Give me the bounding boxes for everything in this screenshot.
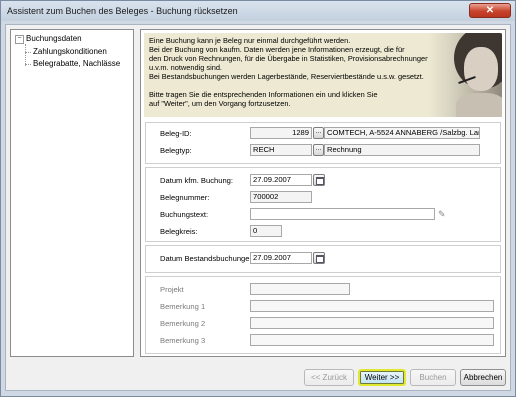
info-text-line: Bitte tragen Sie die entsprechenden Info… (149, 90, 378, 99)
client-area: − Buchungsdaten Zahlungskonditionen Bele… (5, 24, 511, 391)
close-button[interactable]: ✕ (469, 3, 511, 18)
datum-buchung-input[interactable]: 27.09.2007 (250, 174, 312, 186)
bestand-group: Datum Bestandsbuchungen 27.09.2007 (145, 245, 501, 273)
datum-buchung-label: Datum kfm. Buchung: (160, 176, 234, 185)
cancel-button[interactable]: Abbrechen (460, 369, 506, 386)
tree-item-zahlungskonditionen[interactable]: Zahlungskonditionen (33, 47, 107, 56)
beleg-id-browse-button[interactable]: ... (313, 127, 324, 139)
tree-item-buchungsdaten[interactable]: Buchungsdaten (26, 34, 82, 43)
info-text-line: u.v.m. notwendig sind. (149, 63, 222, 72)
belegnummer-label: Belegnummer: (160, 193, 210, 202)
bemerkung2-label: Bemerkung 2 (160, 319, 206, 328)
form-panel: Eine Buchung kann je Beleg nur einmal du… (140, 29, 506, 357)
tree-collapse-icon[interactable]: − (15, 35, 24, 44)
info-text-line: auf "Weiter", um den Vorgang fortzusetze… (149, 99, 291, 108)
window-title: Assistent zum Buchen des Beleges - Buchu… (7, 6, 238, 16)
bemerkung2-input[interactable] (250, 317, 494, 329)
image-part (464, 47, 498, 91)
datum-bestand-label: Datum Bestandsbuchungen (160, 254, 254, 263)
bemerkung1-label: Bemerkung 1 (160, 302, 206, 311)
book-button[interactable]: Buchen (410, 369, 456, 386)
tree-connector (25, 44, 26, 66)
bemerkung1-input[interactable] (250, 300, 494, 312)
buchungstext-label: Buchungstext: (160, 210, 209, 219)
beleg-id-field[interactable]: 1289 (250, 127, 312, 139)
buchung-group: Datum kfm. Buchung: 27.09.2007 Belegnumm… (145, 167, 501, 242)
belegkreis-label: Belegkreis: (160, 227, 198, 236)
beleg-id-label: Beleg-ID: (160, 129, 192, 138)
projekt-label: Projekt (160, 285, 184, 294)
remarks-group: Projekt Bemerkung 1 Bemerkung 2 Bemerkun… (145, 276, 501, 354)
tree-connector (25, 64, 31, 65)
info-box: Eine Buchung kann je Beleg nur einmal du… (144, 33, 502, 117)
navigation-tree: − Buchungsdaten Zahlungskonditionen Bele… (10, 29, 134, 357)
info-text-line: Bei der Buchung von kaufm. Daten werden … (149, 45, 405, 54)
edit-text-icon[interactable]: ✎ (438, 209, 448, 219)
datum-bestand-input[interactable]: 27.09.2007 (250, 252, 312, 264)
tree-connector (25, 52, 31, 53)
belegtyp-label: Belegtyp: (160, 146, 192, 155)
next-button[interactable]: Weiter >> (358, 369, 406, 386)
bemerkung3-label: Bemerkung 3 (160, 336, 206, 345)
buchungstext-input[interactable] (250, 208, 435, 220)
projekt-input[interactable] (250, 283, 350, 295)
back-button[interactable]: << Zurück (304, 369, 354, 386)
wizard-window: Assistent zum Buchen des Beleges - Buchu… (0, 0, 516, 397)
image-part (456, 93, 502, 117)
info-text-line: Eine Buchung kann je Beleg nur einmal du… (149, 36, 351, 45)
info-text-line: Bei Bestandsbuchungen werden Lagerbestän… (149, 72, 424, 81)
belegtyp-field[interactable]: RECH (250, 144, 312, 156)
belegtyp-description-field: Rechnung (324, 144, 480, 156)
title-bar[interactable]: Assistent zum Buchen des Beleges - Buchu… (1, 1, 515, 21)
bemerkung3-input[interactable] (250, 334, 494, 346)
calendar-icon[interactable] (313, 252, 325, 264)
info-text-line: den Druck von Rechnungen, für die Überga… (149, 54, 430, 63)
belegnummer-field[interactable]: 700002 (250, 191, 312, 203)
belegtyp-browse-button[interactable]: ... (313, 144, 324, 156)
calendar-icon[interactable] (313, 174, 325, 186)
beleg-customer-field: COMTECH, A-5524 ANNABERG /Salzbg. Land (324, 127, 480, 139)
button-bar: << Zurück Weiter >> Buchen Abbrechen (6, 361, 510, 390)
support-agent-image (428, 33, 502, 117)
beleg-group: Beleg-ID: 1289 ... COMTECH, A-5524 ANNAB… (145, 122, 501, 164)
tree-item-belegrabatte[interactable]: Belegrabatte, Nachlässe (33, 59, 120, 68)
belegkreis-field[interactable]: 0 (250, 225, 282, 237)
